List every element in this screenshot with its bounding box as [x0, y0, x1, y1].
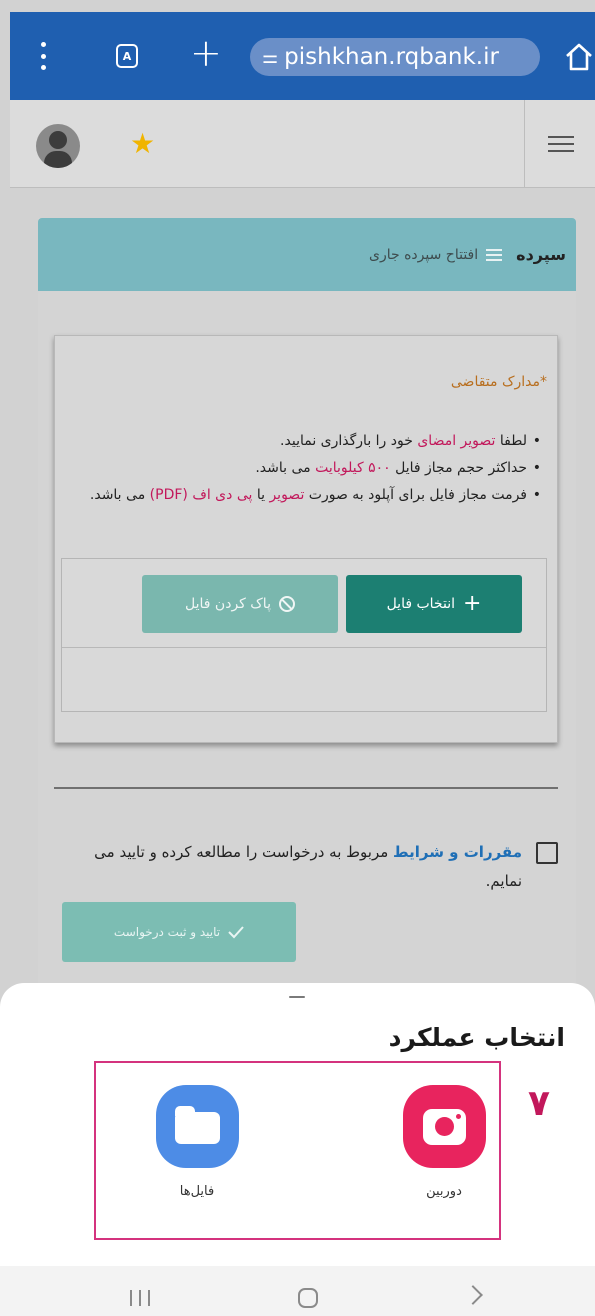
app-header: ★ [10, 100, 595, 188]
select-file-label: انتخاب فایل [386, 596, 455, 612]
deposit-panel: سپرده افتتاح سپرده جاری *مدارک متقاضی لط… [38, 218, 576, 1018]
files-label: فایل‌ها [179, 1184, 215, 1199]
clear-file-button[interactable]: پاک کردن فایل [142, 575, 338, 633]
camera-app-option[interactable]: دوربین [374, 1085, 514, 1199]
home-button-icon[interactable] [298, 1288, 318, 1308]
header-divider [524, 100, 525, 188]
list-item: حداکثر حجم مجاز فایل ۵۰۰ کیلوبایت می باش… [71, 455, 541, 482]
camera-icon [402, 1085, 486, 1168]
browser-toolbar: A + ⚌ pishkhan.rqbank.ir [10, 12, 595, 100]
terms-text: مقررات و شرایط مربوط به درخواست را مطالع… [94, 843, 522, 890]
back-icon[interactable] [463, 1285, 483, 1305]
panel-header: سپرده افتتاح سپرده جاری [38, 218, 576, 291]
hamburger-menu-icon[interactable] [548, 136, 574, 152]
action-chooser-sheet: انتخاب عملکرد ۷ دوربین فایل‌ها [0, 983, 595, 1266]
apps-highlight-frame: دوربین فایل‌ها [94, 1061, 501, 1240]
section-divider [54, 787, 558, 789]
user-avatar[interactable] [36, 124, 80, 168]
new-tab-button[interactable]: + [190, 34, 222, 72]
address-bar[interactable]: ⚌ pishkhan.rqbank.ir [250, 38, 540, 76]
folder-icon [155, 1085, 239, 1168]
recents-icon[interactable] [130, 1290, 150, 1306]
terms-link[interactable]: مقررات و شرایط [393, 843, 522, 861]
upload-rules-list: لطفا تصویر امضای خود را بارگذاری نمایید.… [71, 428, 541, 509]
ban-icon [278, 596, 295, 612]
panel-title: سپرده [516, 245, 566, 264]
tab-switcher-button[interactable]: A [116, 44, 138, 68]
plus-icon: + [462, 591, 482, 616]
sheet-title: انتخاب عملکرد [388, 1023, 565, 1052]
documents-heading: *مدارک متقاضی [450, 374, 547, 390]
list-item: فرمت مجاز فایل برای آپلود به صورت تصویر … [71, 482, 541, 509]
clear-file-label: پاک کردن فایل [185, 596, 271, 612]
upload-divider [62, 647, 546, 648]
select-file-button[interactable]: + انتخاب فایل [346, 575, 522, 633]
camera-label: دوربین [426, 1184, 462, 1199]
system-navigation-bar [0, 1266, 595, 1316]
file-upload-area[interactable]: + انتخاب فایل پاک کردن فایل [61, 558, 547, 712]
terms-checkbox[interactable] [536, 842, 558, 864]
list-item: لطفا تصویر امضای خود را بارگذاری نمایید. [71, 428, 541, 455]
panel-subtitle: افتتاح سپرده جاری [369, 246, 479, 263]
home-icon[interactable] [562, 40, 595, 74]
files-app-option[interactable]: فایل‌ها [127, 1085, 267, 1199]
terms-agreement: مقررات و شرایط مربوط به درخواست را مطالع… [54, 838, 558, 896]
check-icon [228, 926, 244, 939]
documents-card: *مدارک متقاضی لطفا تصویر امضای خود را با… [54, 335, 558, 743]
list-icon [486, 248, 503, 261]
favorite-star-icon[interactable]: ★ [130, 130, 155, 158]
url-text: pishkhan.rqbank.ir [284, 44, 499, 70]
submit-label: تایید و ثبت درخواست [113, 925, 221, 939]
site-settings-icon[interactable]: ⚌ [262, 47, 278, 68]
browser-menu-icon[interactable] [40, 42, 46, 70]
step-number: ۷ [528, 1083, 550, 1124]
submit-request-button[interactable]: تایید و ثبت درخواست [62, 902, 296, 962]
drag-handle[interactable] [289, 996, 305, 998]
